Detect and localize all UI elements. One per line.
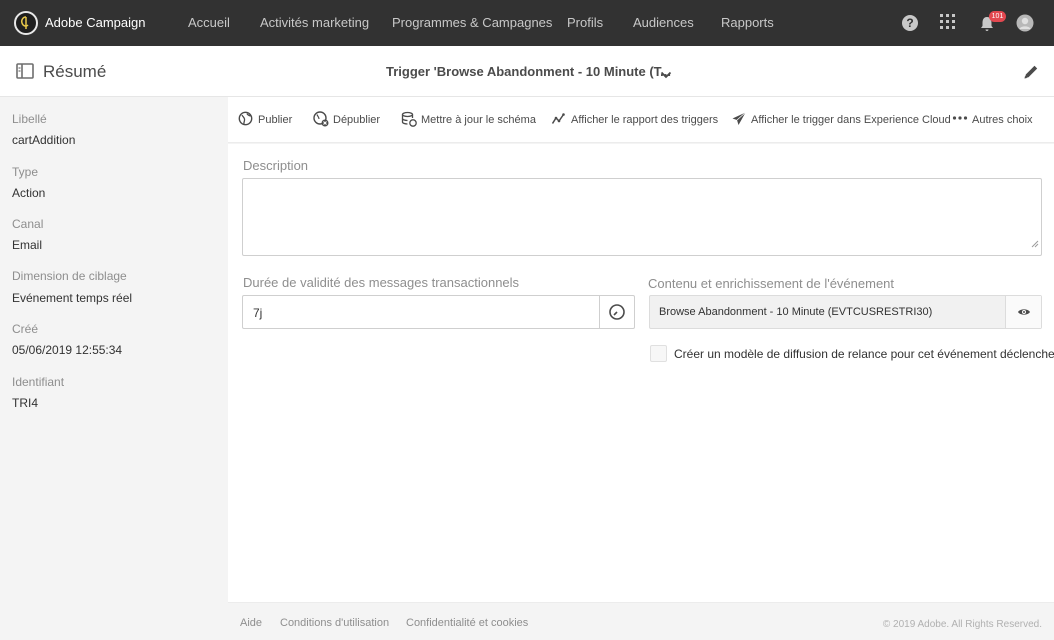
relaunch-template-checkbox[interactable] bbox=[650, 345, 667, 362]
validity-duration-value[interactable]: 7j bbox=[253, 306, 262, 320]
prop-value-identifiant: TRI4 bbox=[12, 396, 39, 410]
validity-label: Durée de validité des messages transacti… bbox=[243, 275, 520, 290]
paper-plane-icon bbox=[731, 111, 747, 130]
copyright-text: © 2019 Adobe. All Rights Reserved. bbox=[882, 619, 1042, 630]
trigger-form: Description Durée de validité des messag… bbox=[228, 144, 1054, 602]
top-navigation-bar: Adobe Campaign Accueil Activités marketi… bbox=[0, 0, 1054, 46]
duration-picker-button[interactable] bbox=[599, 296, 634, 328]
trigger-report-label: Afficher le rapport des triggers bbox=[571, 114, 719, 126]
publish-label: Publier bbox=[258, 114, 293, 126]
nav-item-programmes-campagnes[interactable]: Programmes & Campagnes bbox=[392, 15, 552, 30]
description-textarea[interactable] bbox=[242, 178, 1042, 256]
validity-duration-field[interactable]: 7j bbox=[242, 295, 635, 329]
notifications-count-badge: 101 bbox=[989, 11, 1006, 22]
help-icon[interactable]: ? bbox=[900, 13, 920, 33]
prop-value-dimension: Evénement temps réel bbox=[12, 291, 133, 305]
description-label: Description bbox=[243, 158, 309, 173]
action-toolbar: Publier Dépublier Mettre à jour le schém… bbox=[228, 97, 1054, 143]
relaunch-template-label[interactable]: Créer un modèle de diffusion de relance … bbox=[674, 347, 1054, 361]
edit-pencil-icon[interactable] bbox=[1022, 63, 1040, 86]
adobe-campaign-logo-icon[interactable] bbox=[14, 11, 38, 35]
prop-label-identifiant: Identifiant bbox=[12, 375, 65, 389]
event-content-value: Browse Abandonment - 10 Minute (EVTCUSRE… bbox=[659, 306, 933, 318]
prop-label-canal: Canal bbox=[12, 217, 44, 231]
prop-label-type: Type bbox=[12, 165, 39, 179]
line-chart-icon bbox=[551, 111, 567, 130]
nav-item-profils[interactable]: Profils bbox=[567, 15, 603, 30]
database-refresh-icon bbox=[401, 111, 417, 130]
prop-value-type: Action bbox=[12, 186, 46, 200]
app-brand-name[interactable]: Adobe Campaign bbox=[45, 15, 145, 30]
footer-terms-link[interactable]: Conditions d'utilisation bbox=[280, 617, 389, 629]
prop-value-libelle: cartAddition bbox=[12, 133, 76, 147]
globe-remove-icon bbox=[313, 111, 329, 130]
nav-item-accueil[interactable]: Accueil bbox=[188, 15, 230, 30]
page-footer: Aide Conditions d'utilisation Confidenti… bbox=[228, 602, 1054, 640]
event-content-label: Contenu et enrichissement de l'événement bbox=[648, 276, 895, 291]
globe-icon bbox=[238, 111, 253, 129]
update-schema-label: Mettre à jour le schéma bbox=[421, 114, 536, 126]
summary-panel-toggle-icon[interactable] bbox=[16, 63, 34, 84]
nav-item-rapports[interactable]: Rapports bbox=[721, 15, 774, 30]
nav-item-activites-marketing[interactable]: Activités marketing bbox=[260, 15, 369, 30]
clock-icon bbox=[609, 304, 625, 320]
trigger-title-dropdown[interactable]: Trigger 'Browse Abandonment - 10 Minute … bbox=[386, 64, 671, 79]
eye-icon bbox=[1018, 309, 1030, 315]
ellipsis-icon bbox=[952, 110, 968, 129]
chevron-down-icon[interactable] bbox=[660, 66, 672, 84]
page-header: Résumé Trigger 'Browse Abandonment - 10 … bbox=[0, 46, 1054, 97]
footer-help-link[interactable]: Aide bbox=[240, 617, 262, 629]
page-title: Résumé bbox=[43, 62, 107, 81]
prop-label-libelle: Libellé bbox=[12, 112, 47, 126]
prop-value-cree: 05/06/2019 12:55:34 bbox=[12, 343, 123, 357]
event-content-field: Browse Abandonment - 10 Minute (EVTCUSRE… bbox=[649, 295, 1042, 329]
experience-cloud-label: Afficher le trigger dans Experience Clou… bbox=[751, 114, 951, 126]
prop-label-dimension: Dimension de ciblage bbox=[12, 269, 127, 283]
svg-text:?: ? bbox=[906, 16, 913, 30]
footer-privacy-link[interactable]: Confidentialité et cookies bbox=[406, 617, 528, 629]
more-options-label: Autres choix bbox=[972, 114, 1033, 126]
prop-value-canal: Email bbox=[12, 238, 43, 252]
view-event-button[interactable] bbox=[1005, 296, 1041, 328]
main-panel: Publier Dépublier Mettre à jour le schém… bbox=[228, 97, 1054, 640]
nav-item-audiences[interactable]: Audiences bbox=[633, 15, 694, 30]
prop-label-cree: Créé bbox=[12, 322, 39, 336]
summary-sidebar: Libellé cartAddition Type Action Canal E… bbox=[0, 97, 228, 640]
resize-handle-icon[interactable] bbox=[1031, 235, 1039, 253]
user-avatar-icon[interactable] bbox=[1015, 13, 1035, 33]
unpublish-label: Dépublier bbox=[333, 114, 381, 126]
apps-grid-icon[interactable] bbox=[939, 13, 959, 33]
